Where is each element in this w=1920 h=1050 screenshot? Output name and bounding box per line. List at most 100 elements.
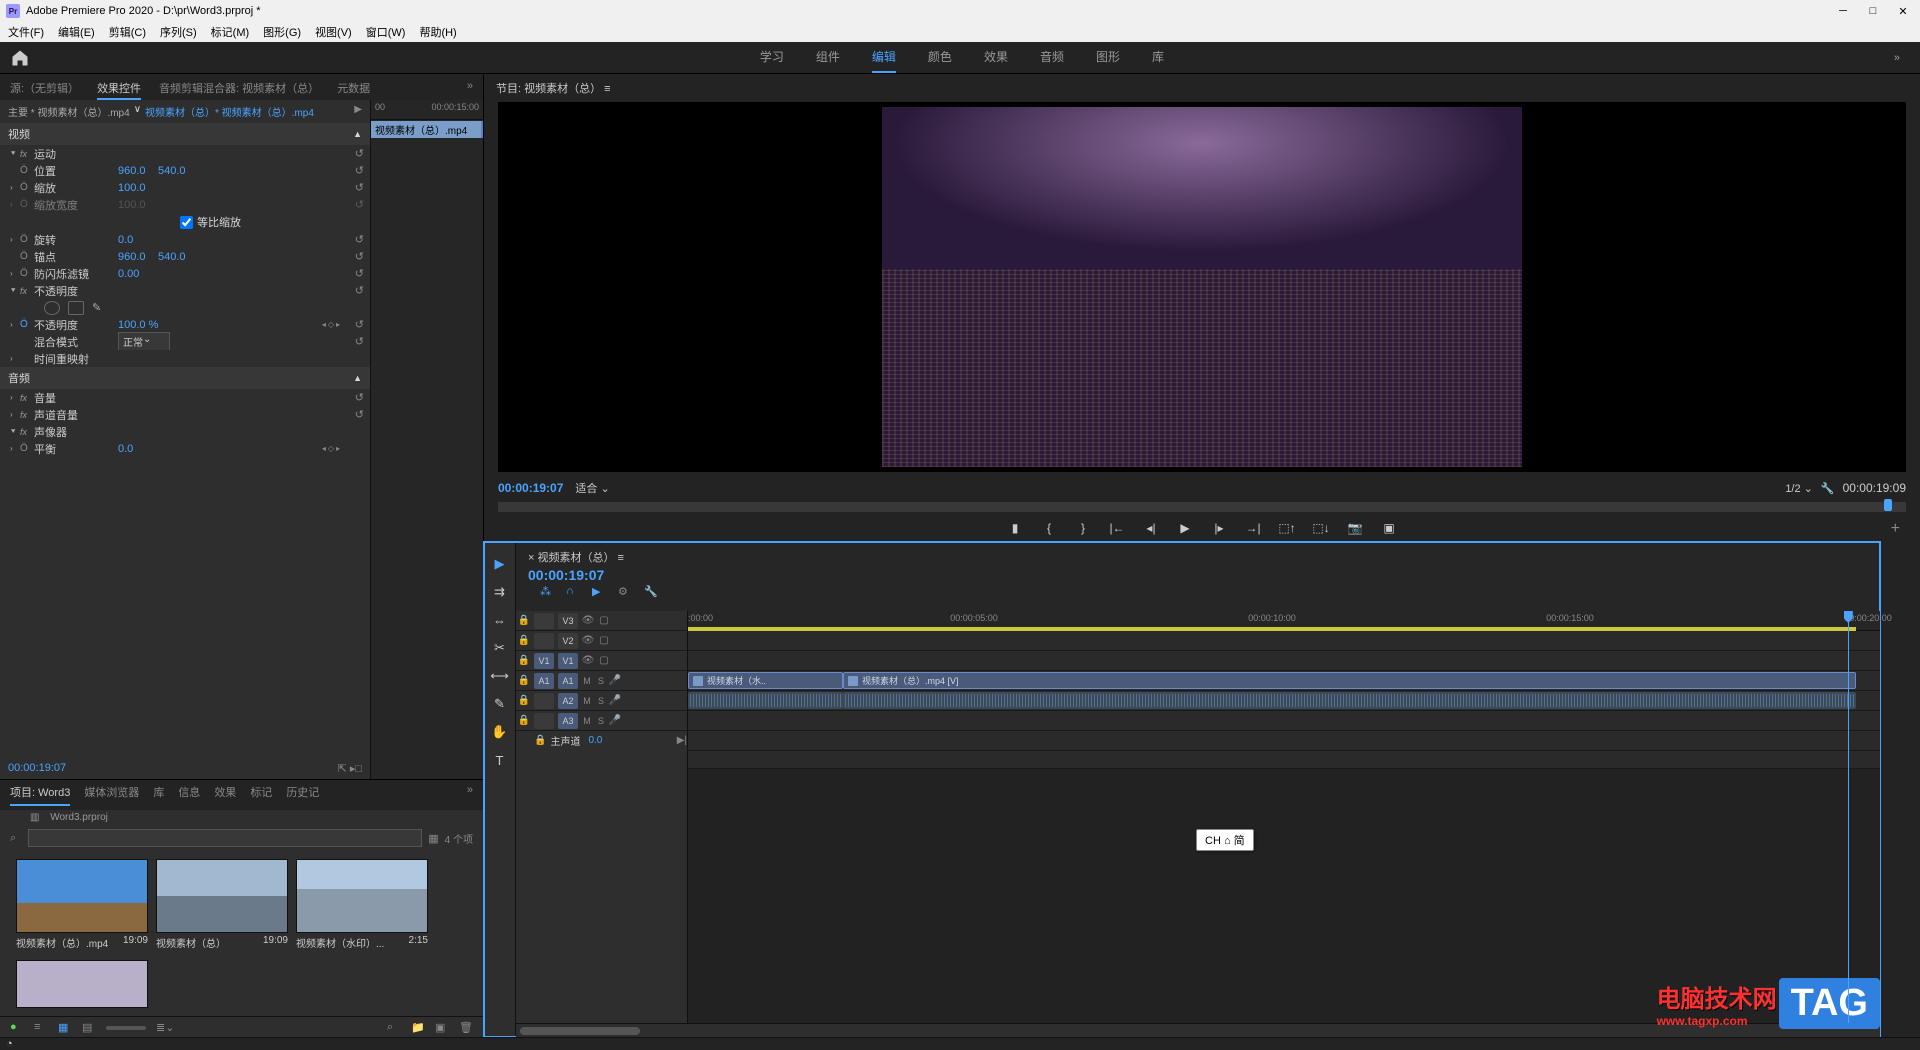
menu-graphics[interactable]: 图形(G) [263,24,301,40]
ws-editing[interactable]: 编辑 [872,42,896,73]
project-search-input[interactable] [28,829,422,847]
ws-effects[interactable]: 效果 [984,42,1008,73]
track-target-toggle[interactable]: A2 [558,693,578,709]
fx-time-remap[interactable]: › 时间重映射 [0,350,370,367]
playhead-icon[interactable] [1884,499,1892,511]
project-writable-icon[interactable]: ● [10,1021,24,1035]
timeline-content[interactable]: :00:00 00:00:05:00 00:00:10:00 00:00:15:… [688,611,1880,1023]
clip-video-watermark[interactable]: 视频素材（水.. [688,672,843,689]
pen-tool-icon[interactable]: ✎ [491,695,509,713]
fx-motion[interactable]: ⯆fx 运动 ↺ [0,145,370,162]
track-a3[interactable] [688,731,1880,751]
reset-icon[interactable]: ↺ [355,198,364,211]
go-out-button[interactable]: →| [1245,520,1261,536]
mute-button[interactable]: M [580,676,594,686]
ws-color[interactable]: 颜色 [928,42,952,73]
track-v3[interactable] [688,631,1880,651]
export-frame-icon[interactable]: ⇱ ▸□ [338,762,362,775]
lock-icon[interactable]: 🔒 [516,715,532,726]
bin-item[interactable]: 视频素材（水印）...2:15 [296,859,428,952]
minimize-button[interactable]: ─ [1836,5,1850,18]
add-marker-button[interactable]: ▮ [1007,520,1023,536]
video-section-header[interactable]: 视频 ▲ [0,123,370,145]
close-button[interactable]: ✕ [1896,5,1910,18]
menu-view[interactable]: 视图(V) [315,24,352,40]
solo-button[interactable]: S [594,696,608,706]
reset-icon[interactable]: ↺ [355,318,364,331]
thumbnail[interactable] [156,859,288,933]
time-ruler[interactable]: :00:00 00:00:05:00 00:00:10:00 00:00:15:… [688,611,1880,631]
export-frame-button[interactable]: 📷 [1347,520,1363,536]
eye-icon[interactable]: 👁 [580,655,596,666]
menu-file[interactable]: 文件(F) [8,24,44,40]
track-a1[interactable] [688,691,1880,711]
uniform-scale-checkbox[interactable] [180,216,193,229]
menu-clip[interactable]: 剪辑(C) [109,24,146,40]
thumbnail[interactable] [16,960,148,1008]
settings-icon[interactable]: ⚙ [618,585,632,599]
mark-out-button[interactable]: } [1075,520,1091,536]
menu-edit[interactable]: 编辑(E) [58,24,95,40]
mask-ellipse-icon[interactable] [44,301,60,315]
tab-audio-mixer[interactable]: 音频剪辑混合器: 视频素材（总） [159,80,319,100]
mask-rect-icon[interactable] [68,301,84,315]
voiceover-icon[interactable]: 🎤 [608,675,622,686]
lock-icon[interactable]: 🔒 [534,735,546,746]
eye-icon[interactable]: 👁 [580,615,596,626]
automate-icon[interactable]: ⌕ [387,1021,401,1035]
clip-audio-main[interactable] [843,692,1856,709]
reset-icon[interactable]: ↺ [355,284,364,297]
track-select-tool-icon[interactable]: ⇉ [491,583,509,601]
play-button[interactable]: ▶ [1177,520,1193,536]
mask-pen-icon[interactable]: ✎ [92,301,108,315]
step-fwd-button[interactable]: |▸ [1211,520,1227,536]
track-source-toggle[interactable] [534,633,554,649]
hand-tool-icon[interactable]: ✋ [491,723,509,741]
tab-history[interactable]: 历史记 [286,784,319,806]
reset-icon[interactable]: ↺ [355,147,364,160]
lock-icon[interactable]: 🔒 [516,655,532,666]
mute-button[interactable]: M [580,716,594,726]
fx-panner[interactable]: ⯆fx 声像器 [0,423,370,440]
thumbnail[interactable] [296,859,428,933]
slip-tool-icon[interactable]: ⟷ [491,667,509,685]
skip-icon[interactable]: ▶| [677,735,687,746]
comparison-button[interactable]: ▣ [1381,520,1397,536]
reset-icon[interactable]: ↺ [355,391,364,404]
track-master[interactable] [688,751,1880,769]
menu-markers[interactable]: 标记(M) [211,24,250,40]
ripple-tool-icon[interactable]: ⇔ [491,611,509,629]
filter-bin-icon[interactable]: ▦ [428,832,438,845]
linked-selection-icon[interactable]: ∩ [566,585,580,599]
icon-view-icon[interactable]: ▦ [58,1021,72,1035]
reset-icon[interactable]: ↺ [355,250,364,263]
lift-button[interactable]: ⬚↑ [1279,520,1295,536]
clip-video-main[interactable]: 视频素材（总）.mp4 [V] [843,672,1856,689]
program-monitor[interactable] [498,102,1906,472]
output-icon[interactable]: ▢ [596,655,612,666]
home-icon[interactable] [10,48,30,68]
mute-button[interactable]: M [580,696,594,706]
timeline-timecode[interactable]: 00:00:19:07 [528,567,1868,583]
track-target-toggle[interactable]: V1 [558,653,578,669]
audio-section-header[interactable]: 音频 ▲ [0,367,370,389]
track-v1[interactable]: 视频素材（水.. 视频素材（总）.mp4 [V] [688,671,1880,691]
tab-effects[interactable]: 效果 [214,784,236,806]
marker-icon[interactable]: ▶ [592,585,606,599]
ws-audio[interactable]: 音频 [1040,42,1064,73]
type-tool-icon[interactable]: T [491,751,509,769]
reset-icon[interactable]: ↺ [355,267,364,280]
reset-icon[interactable]: ↺ [355,335,364,348]
mark-in-button[interactable]: { [1041,520,1057,536]
reset-icon[interactable]: ↺ [355,181,364,194]
thumbnail-size-slider[interactable] [106,1026,146,1030]
menu-sequence[interactable]: 序列(S) [160,24,197,40]
lock-icon[interactable]: 🔒 [516,615,532,626]
sequence-link[interactable]: 视频素材（总）* 视频素材（总）.mp4 [145,104,314,119]
output-icon[interactable]: ▢ [596,635,612,646]
sort-icon[interactable]: ≣⌄ [156,1021,170,1035]
eye-icon[interactable]: 👁 [580,635,596,646]
effect-timeline[interactable]: 00 00:00:15:00 视频素材（总）.mp4 [370,100,483,779]
tab-project[interactable]: 项目: Word3 [10,784,70,806]
button-editor-icon[interactable]: + [1891,520,1900,538]
